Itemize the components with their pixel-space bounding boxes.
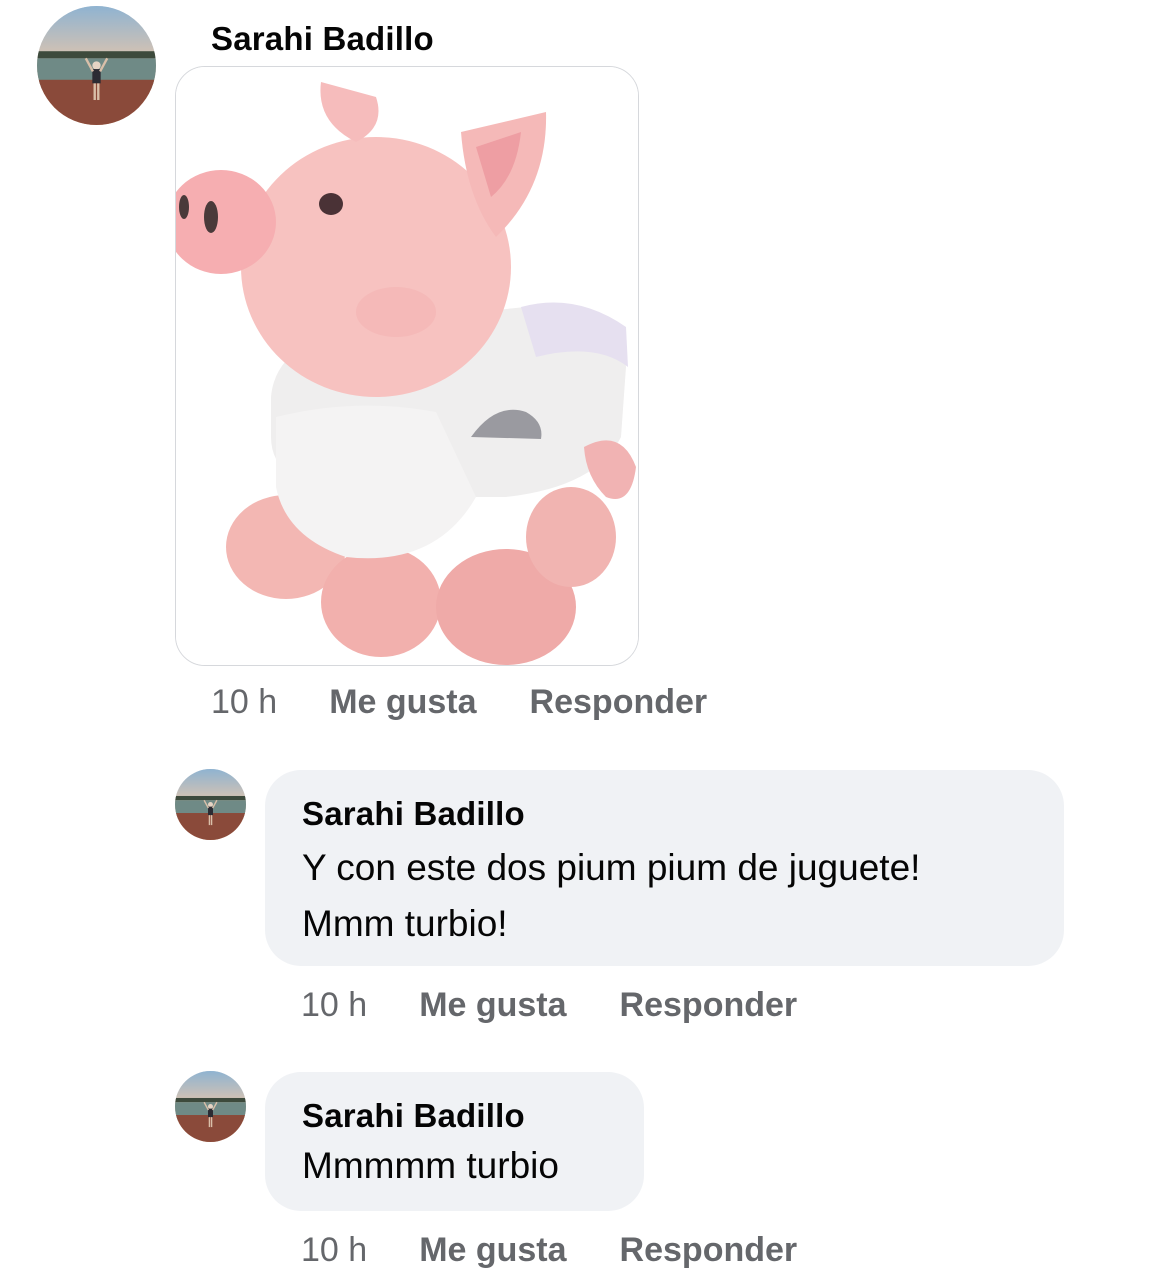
reply-actions: 10 h Me gusta Responder: [301, 1231, 797, 1270]
reply-actions: 10 h Me gusta Responder: [301, 986, 797, 1025]
reply-text-line: Mmmmm turbio: [302, 1145, 559, 1186]
reply-button[interactable]: Responder: [530, 683, 708, 722]
like-button[interactable]: Me gusta: [419, 1231, 566, 1270]
reply-timestamp[interactable]: 10 h: [301, 1231, 367, 1270]
reply-text-line: Mmm turbio!: [302, 903, 508, 944]
reply-bubble: Sarahi Badillo Mmmmm turbio: [265, 1072, 644, 1211]
like-button[interactable]: Me gusta: [419, 986, 566, 1025]
pig-plush-image[interactable]: [175, 66, 639, 666]
avatar[interactable]: [175, 769, 246, 840]
reply-button[interactable]: Responder: [620, 986, 798, 1025]
reply-author-name[interactable]: Sarahi Badillo: [302, 794, 1027, 834]
avatar[interactable]: [175, 1071, 246, 1142]
pig-plush-illustration: [176, 67, 638, 665]
reply-bubble: Sarahi Badillo Y con este dos pium pium …: [265, 770, 1064, 966]
reply-author-name[interactable]: Sarahi Badillo: [302, 1096, 607, 1136]
comment-actions: 10 h Me gusta Responder: [211, 683, 707, 722]
comment-timestamp[interactable]: 10 h: [211, 683, 277, 722]
like-button[interactable]: Me gusta: [329, 683, 476, 722]
reply-button[interactable]: Responder: [620, 1231, 798, 1270]
reply-timestamp[interactable]: 10 h: [301, 986, 367, 1025]
reply-text-line: Y con este dos pium pium de juguete!: [302, 847, 921, 888]
avatar[interactable]: [37, 6, 156, 125]
comment-author-name[interactable]: Sarahi Badillo: [211, 20, 434, 58]
